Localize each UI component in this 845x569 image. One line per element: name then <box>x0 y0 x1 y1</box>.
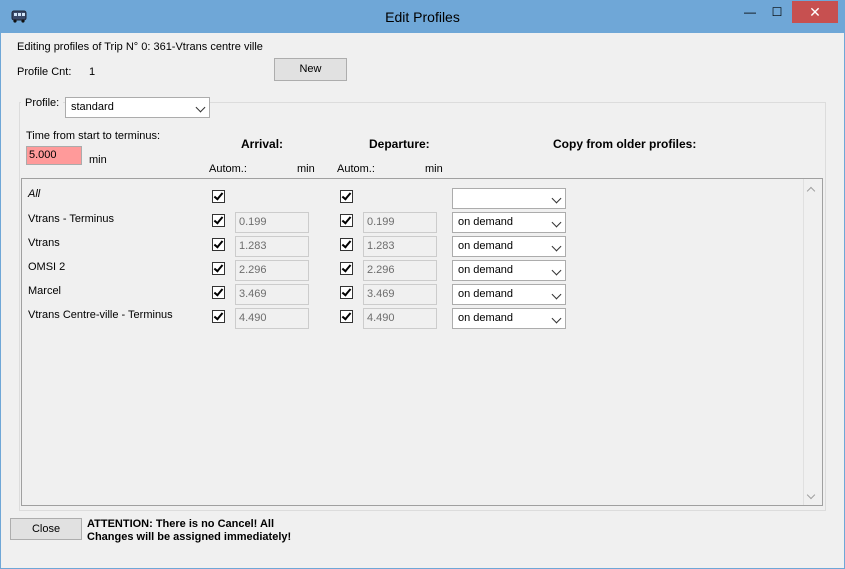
arrival-time-field[interactable]: 2.296 <box>235 260 309 281</box>
arrival-header: Arrival: <box>241 137 284 151</box>
copy-select[interactable]: on demand <box>452 260 566 281</box>
copy-header: Copy from older profiles: <box>553 137 697 151</box>
arrival-checkbox[interactable] <box>212 286 225 299</box>
profile-cnt-value: 1 <box>89 66 96 78</box>
departure-unit-label: min <box>425 163 443 175</box>
copy-select-value: on demand <box>458 288 514 300</box>
arrival-checkbox[interactable] <box>212 238 225 251</box>
profile-select[interactable]: standard <box>65 97 210 118</box>
row-label: Vtrans Centre-ville - Terminus <box>28 309 173 321</box>
departure-checkbox[interactable] <box>340 286 353 299</box>
chevron-down-icon <box>551 217 562 228</box>
copy-select[interactable]: on demand <box>452 212 566 233</box>
arrival-checkbox[interactable] <box>212 262 225 275</box>
departure-checkbox[interactable] <box>340 310 353 323</box>
arrival-time-field[interactable]: 0.199 <box>235 212 309 233</box>
time-input[interactable]: 5.000 <box>26 146 82 165</box>
arrival-time-field[interactable]: 1.283 <box>235 236 309 257</box>
arrival-checkbox[interactable] <box>212 310 225 323</box>
edit-profiles-window: Edit Profiles — ☐ ✕ Editing profiles of … <box>0 0 845 569</box>
row-label: Vtrans <box>28 237 60 249</box>
departure-time-field[interactable]: 3.469 <box>363 284 437 305</box>
copy-select-value: on demand <box>458 264 514 276</box>
departure-checkbox[interactable] <box>340 238 353 251</box>
copy-select-value: on demand <box>458 240 514 252</box>
vertical-scrollbar[interactable] <box>803 179 821 505</box>
arrival-time-field[interactable]: 4.490 <box>235 308 309 329</box>
attention-line-1: ATTENTION: There is no Cancel! All <box>87 518 275 530</box>
row-label: Vtrans - Terminus <box>28 213 114 225</box>
arrival-autom-label: Autom.: <box>209 163 247 175</box>
copy-select[interactable]: on demand <box>452 308 566 329</box>
new-profile-button[interactable]: New <box>274 58 347 81</box>
arrival-time-field[interactable]: 3.469 <box>235 284 309 305</box>
chevron-down-icon <box>551 313 562 324</box>
arrival-checkbox[interactable] <box>212 214 225 227</box>
time-unit: min <box>89 154 107 166</box>
row-label-all: All <box>28 188 41 200</box>
departure-time-field[interactable]: 4.490 <box>363 308 437 329</box>
copy-select-value: on demand <box>458 216 514 228</box>
scroll-down-icon[interactable] <box>806 490 816 500</box>
close-window-button[interactable]: ✕ <box>792 1 838 23</box>
profile-select-value: standard <box>71 101 114 113</box>
departure-checkbox[interactable] <box>340 214 353 227</box>
chevron-down-icon <box>551 265 562 276</box>
time-label: Time from start to terminus: <box>26 130 161 142</box>
row-label: Marcel <box>28 285 62 297</box>
title-bar[interactable]: Edit Profiles — ☐ ✕ <box>1 1 844 33</box>
copy-select-all[interactable] <box>452 188 566 209</box>
arrival-checkbox-all[interactable] <box>212 190 225 203</box>
chevron-down-icon <box>551 241 562 252</box>
departure-time-field[interactable]: 1.283 <box>363 236 437 257</box>
attention-message: ATTENTION: There is no Cancel! All Chang… <box>87 518 291 544</box>
copy-select[interactable]: on demand <box>452 284 566 305</box>
departure-checkbox[interactable] <box>340 262 353 275</box>
departure-time-field[interactable]: 2.296 <box>363 260 437 281</box>
departure-header: Departure: <box>369 137 430 151</box>
departure-time-field[interactable]: 0.199 <box>363 212 437 233</box>
window-title: Edit Profiles <box>385 9 460 25</box>
arrival-unit-label: min <box>297 163 315 175</box>
row-label: OMSI 2 <box>28 261 66 273</box>
chevron-down-icon <box>195 102 206 113</box>
attention-line-2: Changes will be assigned immediately! <box>87 531 292 543</box>
copy-select-value: on demand <box>458 312 514 324</box>
copy-select[interactable]: on demand <box>452 236 566 257</box>
departure-checkbox-all[interactable] <box>340 190 353 203</box>
maximize-button[interactable]: ☐ <box>764 1 790 23</box>
close-button[interactable]: Close <box>10 518 82 540</box>
profile-label: Profile: <box>21 97 64 109</box>
chevron-down-icon <box>551 193 562 204</box>
profile-cnt-label: Profile Cnt: <box>17 66 72 78</box>
scroll-up-icon[interactable] <box>806 186 816 196</box>
chevron-down-icon <box>551 289 562 300</box>
minimize-button[interactable]: — <box>737 1 763 23</box>
editing-label: Editing profiles of Trip N° 0: 361-Vtran… <box>17 41 263 53</box>
departure-autom-label: Autom.: <box>337 163 375 175</box>
